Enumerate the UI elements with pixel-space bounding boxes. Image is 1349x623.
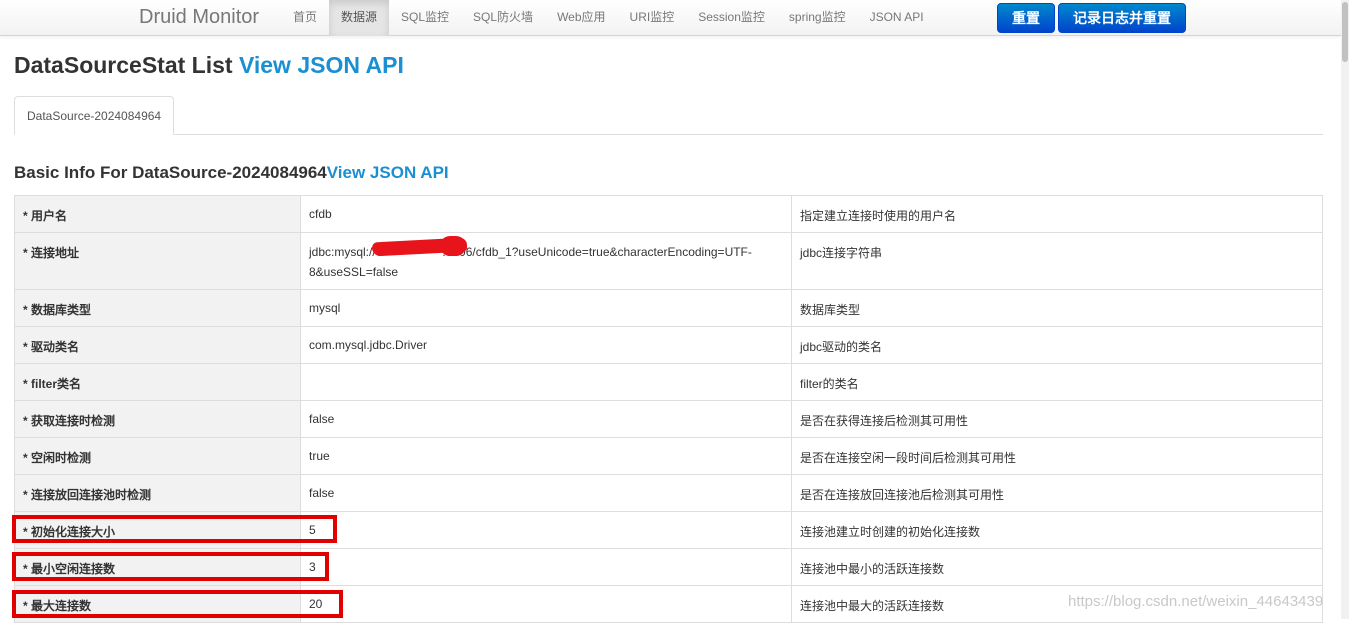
table-row: * 最小空闲连接数 3 连接池中最小的活跃连接数 [14,548,1323,586]
table-row: * 数据库类型 mysql 数据库类型 [14,289,1323,327]
row-desc: 是否在获得连接后检测其可用性 [791,400,1323,438]
row-value: false [300,474,792,512]
reset-button[interactable]: 重置 [997,3,1055,33]
tab-datasource[interactable]: DataSource-2024084964 [14,96,175,135]
table-row: * 初始化连接大小 5 连接池建立时创建的初始化连接数 [14,511,1323,549]
row-value: 3 [300,548,792,586]
nav-web-app[interactable]: Web应用 [545,0,617,36]
log-and-reset-button[interactable]: 记录日志并重置 [1058,3,1186,33]
table-row: * filter类名 filter的类名 [14,363,1323,401]
table-row: * 空闲时检测 true 是否在连接空闲一段时间后检测其可用性 [14,437,1323,475]
view-json-api-link[interactable]: View JSON API [239,52,404,78]
watermark: https://blog.csdn.net/weixin_44643439 [1068,593,1324,610]
nav-json-api[interactable]: JSON API [858,0,936,36]
row-key: * 连接地址 [14,232,301,290]
row-key: * 驱动类名 [14,326,301,364]
table-row: * 连接放回连接池时检测 false 是否在连接放回连接池后检测其可用性 [14,474,1323,512]
row-key: * 最大连接数 [14,585,301,623]
table-row: * 获取连接时检测 false 是否在获得连接后检测其可用性 [14,400,1323,438]
row-value: jdbc:mysql:// :3306/cfdb_1?useUnicode=tr… [300,232,792,290]
row-value: mysql [300,289,792,327]
row-desc: 是否在连接空闲一段时间后检测其可用性 [791,437,1323,475]
top-navbar: Druid Monitor 首页 数据源 SQL监控 SQL防火墙 Web应用 … [0,0,1341,36]
row-desc: 连接池中最小的活跃连接数 [791,548,1323,586]
table-row: * 用户名 cfdb 指定建立连接时使用的用户名 [14,195,1323,233]
table-row: * 驱动类名 com.mysql.jdbc.Driver jdbc驱动的类名 [14,326,1323,364]
row-value: false [300,400,792,438]
basic-info-table: * 用户名 cfdb 指定建立连接时使用的用户名 * 连接地址 jdbc:mys… [14,195,1323,623]
datasource-tabs: DataSource-2024084964 [14,96,1323,135]
row-key: * 初始化连接大小 [14,511,301,549]
row-desc: 指定建立连接时使用的用户名 [791,195,1323,233]
nav-spring-monitor[interactable]: spring监控 [777,0,858,36]
row-key: * 最小空闲连接数 [14,548,301,586]
row-desc: 数据库类型 [791,289,1323,327]
vertical-scrollbar[interactable] [1341,0,1349,619]
row-key: * 连接放回连接池时检测 [14,474,301,512]
row-value-line: 8&useSSL=false [309,265,399,279]
nav-home[interactable]: 首页 [281,0,329,36]
row-value: true [300,437,792,475]
row-value [300,363,792,401]
scrollbar-thumb[interactable] [1342,2,1348,62]
section-json-api-link[interactable]: View JSON API [327,163,449,182]
page-title: DataSourceStat List View JSON API [14,52,404,79]
row-key: * 空闲时检测 [14,437,301,475]
row-desc: jdbc连接字符串 [791,232,1323,290]
row-value: com.mysql.jdbc.Driver [300,326,792,364]
row-key: * 数据库类型 [14,289,301,327]
brand-title[interactable]: Druid Monitor [139,6,259,29]
page-title-text: DataSourceStat List [14,52,233,78]
row-value: 5 [300,511,792,549]
nav-uri-monitor[interactable]: URI监控 [618,0,687,36]
row-key: * 用户名 [14,195,301,233]
table-row: * 连接地址 jdbc:mysql:// :3306/cfdb_1?useUni… [14,232,1323,290]
row-desc: 是否在连接放回连接池后检测其可用性 [791,474,1323,512]
row-key: * 获取连接时检测 [14,400,301,438]
section-title: Basic Info For DataSource-2024084964View… [14,163,449,183]
redaction-mark [440,236,466,256]
nav-datasource[interactable]: 数据源 [329,0,390,36]
nav-session-monitor[interactable]: Session监控 [686,0,777,36]
row-value: cfdb [300,195,792,233]
row-value: 20 [300,585,792,623]
row-key: * filter类名 [14,363,301,401]
nav-menu: 首页 数据源 SQL监控 SQL防火墙 Web应用 URI监控 Session监… [281,0,936,36]
row-desc: 连接池建立时创建的初始化连接数 [791,511,1323,549]
row-desc: jdbc驱动的类名 [791,326,1323,364]
nav-sql-firewall[interactable]: SQL防火墙 [461,0,545,36]
section-title-text: Basic Info For DataSource-2024084964 [14,163,327,182]
row-desc: filter的类名 [791,363,1323,401]
nav-sql-monitor[interactable]: SQL监控 [389,0,461,36]
